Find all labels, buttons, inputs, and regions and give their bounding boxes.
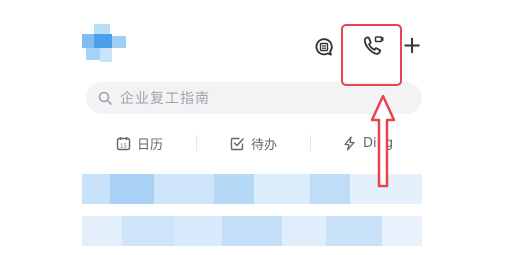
annotation-highlight-box [341, 24, 402, 86]
chat-bubble-icon [315, 38, 333, 56]
tab-calendar[interactable]: 15 日历 [116, 130, 163, 156]
annotation-arrow-icon [370, 94, 396, 188]
add-button[interactable]: + [402, 32, 422, 58]
blurred-list-item [82, 216, 422, 246]
tab-divider [310, 135, 311, 151]
svg-text:15: 15 [120, 143, 127, 149]
tab-todo[interactable]: 待办 [230, 130, 277, 156]
check-square-icon [230, 137, 244, 150]
chat-button[interactable] [314, 37, 334, 57]
calendar-icon: 15 [116, 136, 131, 150]
tab-calendar-label: 日历 [137, 137, 164, 153]
tab-todo-label: 待办 [251, 137, 278, 153]
search-icon [98, 91, 112, 105]
search-placeholder: 企业复工指南 [120, 91, 210, 107]
lightning-icon [344, 135, 355, 151]
avatar[interactable] [82, 24, 128, 68]
tab-divider [196, 135, 197, 151]
